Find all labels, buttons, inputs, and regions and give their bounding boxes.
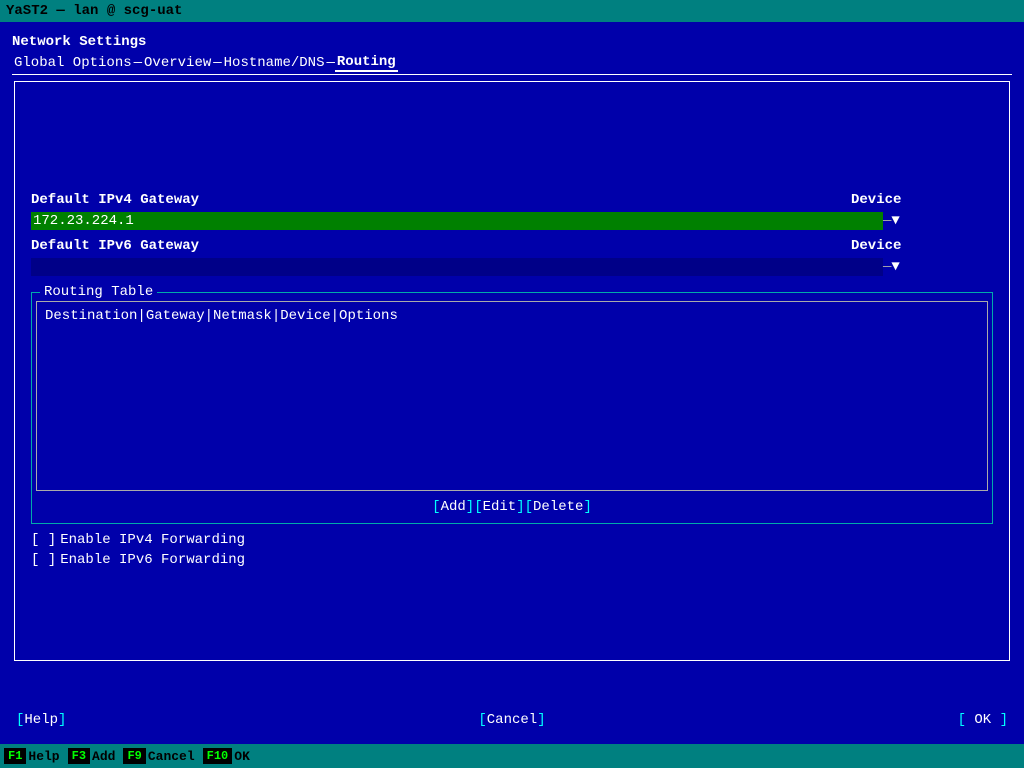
title-bar: YaST2 — lan @ scg-uat <box>0 0 1024 22</box>
tab-overview[interactable]: Overview <box>142 55 213 71</box>
ipv4-forwarding-label: Enable IPv4 Forwarding <box>60 532 245 548</box>
main-content: Network Settings Global Options — Overvi… <box>0 22 1024 669</box>
title-text: YaST2 — lan @ scg-uat <box>6 3 182 19</box>
fkey-f9-label: Cancel <box>148 749 195 764</box>
ipv6-dropdown-arrow[interactable]: ▼ <box>891 259 899 275</box>
fkey-f9-key: F9 <box>123 748 145 764</box>
ipv6-device-wrapper: — ▼ <box>883 259 993 275</box>
routing-table-header: Destination|Gateway|Netmask|Device|Optio… <box>41 306 983 326</box>
ipv4-device-text: — <box>883 213 891 229</box>
ipv6-device-text: — <box>883 259 891 275</box>
fkey-f10[interactable]: F10 OK <box>203 748 250 764</box>
ipv4-device-label: Device <box>851 192 901 208</box>
ipv4-gateway-row: Default IPv4 Gateway Device <box>31 192 993 208</box>
ipv6-forwarding-label: Enable IPv6 Forwarding <box>60 552 245 568</box>
routing-table-section: Routing Table Destination|Gateway|Netmas… <box>31 292 993 524</box>
ipv6-gateway-row: Default IPv6 Gateway Device <box>31 238 993 254</box>
fkey-f1-label: Help <box>28 749 59 764</box>
fkey-f3-key: F3 <box>68 748 90 764</box>
ipv6-device-label: Device <box>851 238 901 254</box>
tab-global-options[interactable]: Global Options <box>12 55 134 71</box>
routing-table-inner: Destination|Gateway|Netmask|Device|Optio… <box>36 301 988 491</box>
fkey-f3-label: Add <box>92 749 115 764</box>
routing-table-title: Routing Table <box>40 284 157 300</box>
ipv6-gateway-input[interactable] <box>31 258 883 276</box>
ipv4-forwarding-checkbox[interactable]: [ ] <box>31 532 56 548</box>
ipv4-gateway-label: Default IPv4 Gateway <box>31 192 851 208</box>
content-panel: Default IPv4 Gateway Device — ▼ Default … <box>14 81 1010 661</box>
bottom-bar: [Help] [Cancel] [ OK ] <box>0 708 1024 732</box>
fkey-f1-key: F1 <box>4 748 26 764</box>
fkey-f3[interactable]: F3 Add <box>68 748 116 764</box>
edit-button[interactable]: [Edit] <box>474 499 524 515</box>
ipv4-gateway-input[interactable] <box>31 212 883 230</box>
fkey-f1[interactable]: F1 Help <box>4 748 60 764</box>
fkey-f9[interactable]: F9 Cancel <box>123 748 194 764</box>
ipv6-input-row: — ▼ <box>31 258 993 276</box>
ipv4-device-wrapper: — ▼ <box>883 213 993 229</box>
tab-routing[interactable]: Routing <box>335 54 398 72</box>
cancel-button[interactable]: [Cancel] <box>478 712 545 728</box>
ipv4-forwarding-row: [ ] Enable IPv4 Forwarding <box>31 532 993 548</box>
ipv6-forwarding-row: [ ] Enable IPv6 Forwarding <box>31 552 993 568</box>
ipv4-dropdown-arrow[interactable]: ▼ <box>891 213 899 229</box>
help-button[interactable]: [Help] <box>16 712 66 728</box>
fkey-bar: F1 Help F3 Add F9 Cancel F10 OK <box>0 744 1024 768</box>
tab-hostname-dns[interactable]: Hostname/DNS <box>222 55 327 71</box>
ipv4-input-row: — ▼ <box>31 212 993 230</box>
tab-bar: Global Options — Overview — Hostname/DNS… <box>12 54 1012 75</box>
fkey-f10-label: OK <box>234 749 250 764</box>
ipv6-gateway-label: Default IPv6 Gateway <box>31 238 851 254</box>
ok-button[interactable]: [ OK ] <box>958 712 1008 728</box>
delete-button[interactable]: [Delete] <box>525 499 592 515</box>
table-buttons: [Add] [Edit] [Delete] <box>36 495 988 519</box>
page-title: Network Settings <box>12 34 1012 50</box>
add-button[interactable]: [Add] <box>432 499 474 515</box>
ipv6-forwarding-checkbox[interactable]: [ ] <box>31 552 56 568</box>
fkey-f10-key: F10 <box>203 748 233 764</box>
